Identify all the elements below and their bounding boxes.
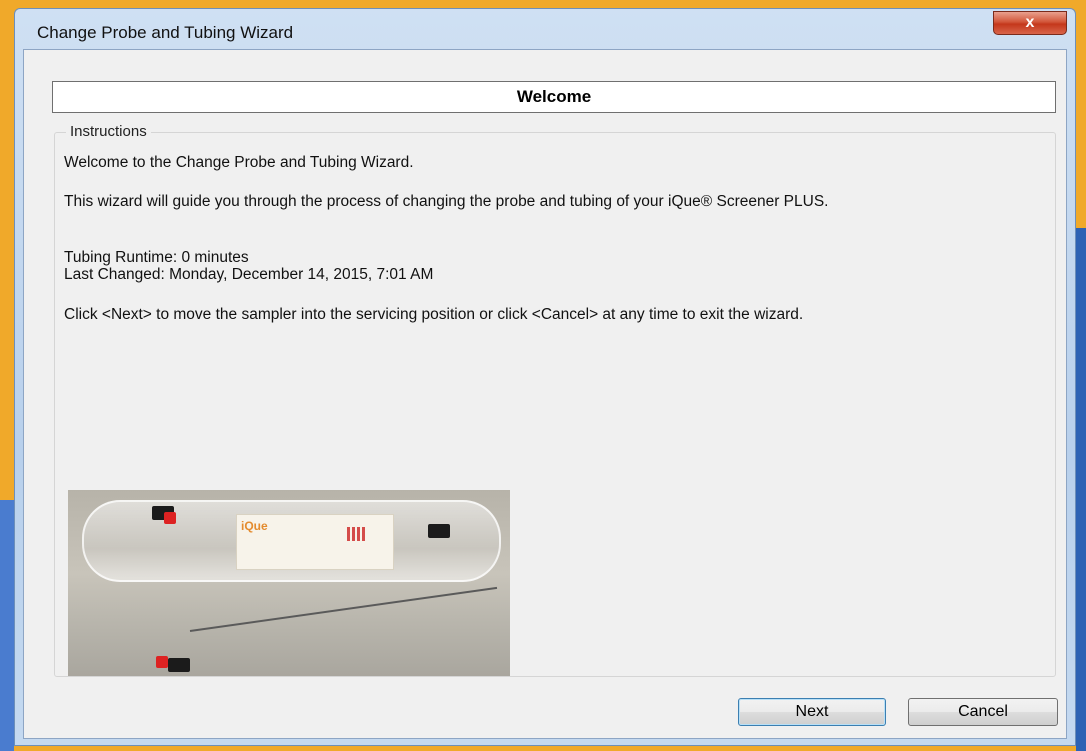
close-button[interactable]: x <box>993 11 1067 35</box>
close-icon: x <box>1025 14 1035 31</box>
next-button[interactable]: Next <box>738 698 886 726</box>
product-logo-dots <box>347 527 367 541</box>
product-brand: iQue <box>241 519 268 533</box>
guide-text: This wizard will guide you through the p… <box>64 193 829 210</box>
window-title: Change Probe and Tubing Wizard <box>37 23 294 42</box>
next-instruction-text: Click <Next> to move the sampler into th… <box>64 306 804 323</box>
probe-needle <box>189 586 498 632</box>
probe-connector <box>168 658 190 672</box>
desktop-edge-left <box>0 500 14 751</box>
cancel-button[interactable]: Cancel <box>908 698 1058 726</box>
desktop-taskbar-edge <box>1076 228 1086 751</box>
probe-tubing-photo: iQue <box>68 490 510 676</box>
wizard-client-area: Welcome Instructions Welcome to the Chan… <box>23 49 1067 739</box>
product-label: iQue <box>236 514 394 570</box>
red-fitting <box>156 656 168 668</box>
red-fitting <box>164 512 176 524</box>
tubing-connector <box>428 524 450 538</box>
wizard-window: Change Probe and Tubing Wizard x Welcome… <box>14 8 1076 746</box>
welcome-text: Welcome to the Change Probe and Tubing W… <box>64 154 414 171</box>
page-title: Welcome <box>52 81 1056 113</box>
instructions-group-label: Instructions <box>66 123 151 140</box>
tubing-runtime-text: Tubing Runtime: 0 minutes <box>64 249 249 266</box>
last-changed-text: Last Changed: Monday, December 14, 2015,… <box>64 266 434 283</box>
